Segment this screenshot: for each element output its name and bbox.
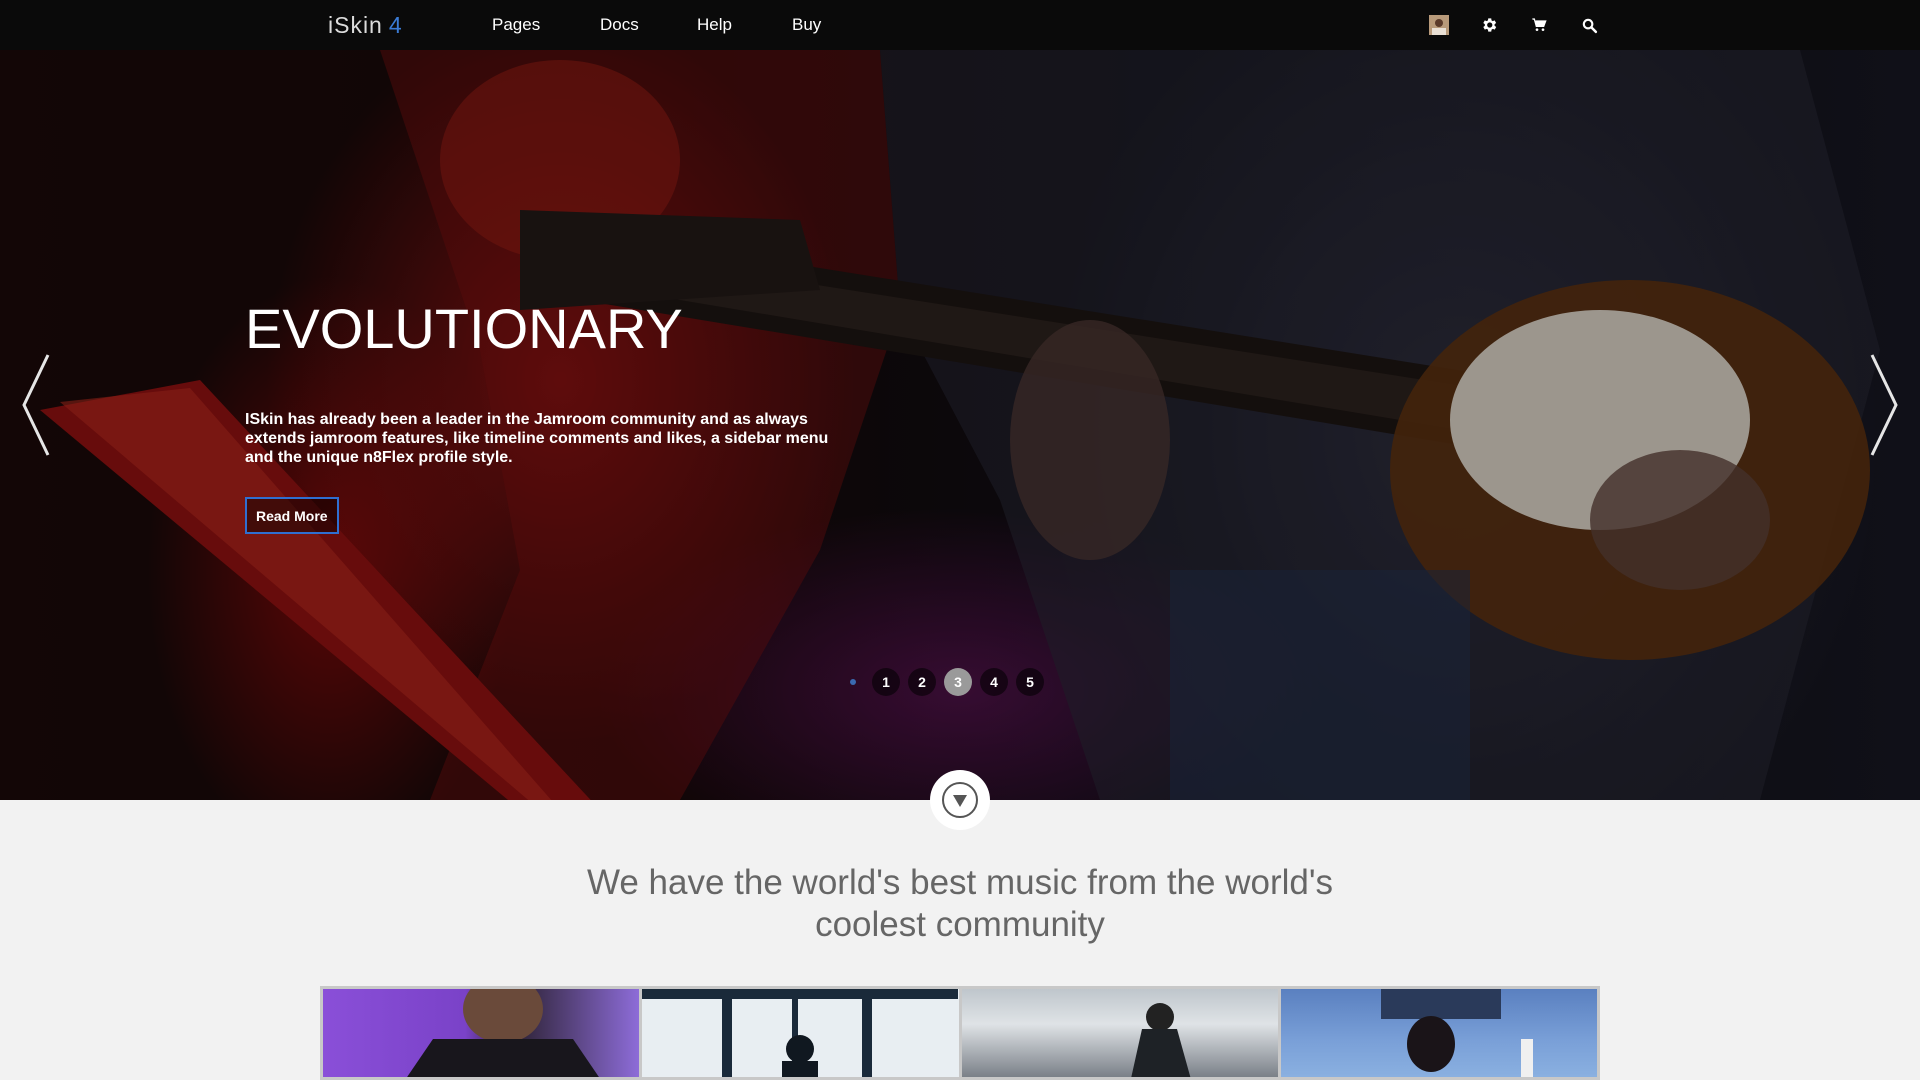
- top-navbar: iSkin 4 Pages Docs Help Buy: [0, 0, 1920, 50]
- slide-dot-2[interactable]: 2: [908, 668, 936, 696]
- hero-description: ISkin has already been a leader in the J…: [245, 411, 829, 466]
- cart-icon[interactable]: [1528, 14, 1550, 36]
- hero-title: EVOLUTIONARY: [245, 297, 683, 360]
- slide-dot-5[interactable]: 5: [1016, 668, 1044, 696]
- headline-line-2: coolest community: [815, 905, 1105, 944]
- gear-icon[interactable]: [1478, 14, 1500, 36]
- artist-gallery: [320, 986, 1600, 1080]
- gallery-thumb[interactable]: [1280, 989, 1597, 1077]
- next-slide-arrow[interactable]: [1862, 350, 1902, 460]
- section-headline: We have the world's best music from the …: [460, 862, 1460, 946]
- headline-line-1: We have the world's best music from the …: [586, 863, 1334, 902]
- logo[interactable]: iSkin 4: [328, 12, 403, 39]
- scroll-down-button[interactable]: [930, 770, 990, 830]
- nav-docs[interactable]: Docs: [600, 15, 639, 35]
- user-avatar-icon[interactable]: [1428, 14, 1450, 36]
- gallery-thumb[interactable]: [642, 989, 959, 1077]
- read-more-button[interactable]: Read More: [245, 497, 339, 534]
- gallery-thumb[interactable]: [961, 989, 1278, 1077]
- slide-dot-4[interactable]: 4: [980, 668, 1008, 696]
- prev-slide-arrow[interactable]: [18, 350, 58, 460]
- gallery-thumb[interactable]: [323, 989, 640, 1077]
- logo-name: iSkin: [328, 12, 383, 38]
- chevron-down-icon: [942, 782, 978, 818]
- nav-buy[interactable]: Buy: [792, 15, 821, 35]
- slide-dot-1[interactable]: 1: [872, 668, 900, 696]
- logo-version: 4: [388, 12, 403, 38]
- search-icon[interactable]: [1578, 14, 1600, 36]
- slide-indicator-dot[interactable]: [850, 679, 856, 685]
- nav-help[interactable]: Help: [697, 15, 732, 35]
- nav-pages[interactable]: Pages: [492, 15, 540, 35]
- toolbar-icons: [1428, 14, 1608, 38]
- slide-dot-3[interactable]: 3: [944, 668, 972, 696]
